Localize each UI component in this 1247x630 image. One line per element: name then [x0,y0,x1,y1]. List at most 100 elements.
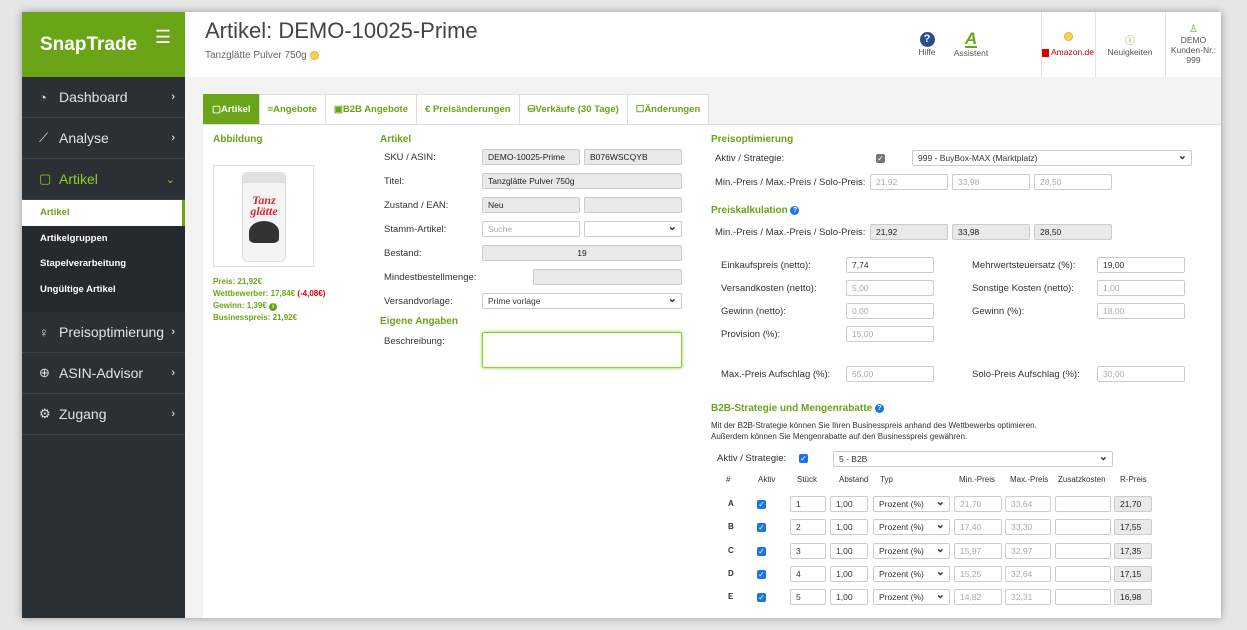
sidebar-item-zugang[interactable]: ⚙ Zugang › [22,394,185,435]
b2b-min-price-input[interactable]: 17,40 [954,519,1002,536]
b2b-active-checkbox[interactable]: ✓ [799,454,808,463]
b2b-distance-input[interactable]: 1,00 [830,519,868,536]
help-icon[interactable]: ? [790,205,800,215]
b2b-type-select[interactable]: Prozent (%) [873,518,950,536]
sidebar-item-preisoptimierung[interactable]: ♀ Preisoptimierung › [22,312,185,353]
b2b-min-price-input[interactable]: 21,70 [954,496,1002,512]
logo[interactable]: SnapTrade ☰ [22,12,185,77]
strategy-select[interactable]: 999 - BuyBox-MAX (Marktplatz) [912,149,1192,166]
tab-b2b-angebote[interactable]: ▣ B2B Angebote [324,94,418,124]
tab-label: Änderungen [644,104,701,115]
subitem-artikel[interactable]: Artikel [22,200,185,226]
b2b-min-price-input[interactable]: 14,82 [954,589,1002,606]
b2b-quantity-input[interactable]: 5 [790,589,826,606]
master-article-search-input[interactable]: Suche [482,221,580,237]
strategy-active-checkbox[interactable]: ✓ [876,154,885,163]
b2b-extra-cost-input[interactable] [1055,565,1111,582]
sidebar-item-asin-advisor[interactable]: ⊕ ASIN-Advisor › [22,353,185,394]
help-button[interactable]: ? Hilfe [912,12,942,77]
b2b-quantity-input[interactable]: 2 [790,519,826,536]
b2b-distance-input[interactable]: 1,00 [830,542,868,559]
b2b-extra-cost-input[interactable] [1055,589,1111,606]
commission-input[interactable]: 15,00 [846,326,934,342]
b2b-max-price-input[interactable]: 33,30 [1005,519,1051,536]
b2b-strategy-select[interactable]: 5 - B2B [833,450,1113,467]
master-article-label: Stamm-Artikel: [384,224,447,235]
shipping-template-select[interactable]: Prime vorlage [482,292,682,309]
user-menu-button[interactable]: ♙ DEMO Kunden-Nr.: 999 [1166,12,1221,77]
solo-markup-input[interactable]: 30,00 [1097,366,1185,382]
sidebar-item-analyse[interactable]: ⟋ Analyse › [22,118,185,159]
profit-input[interactable]: 0,00 [846,303,934,319]
gear-icon: ⚙ [39,406,51,421]
b2b-quantity-input[interactable]: 4 [790,565,826,582]
b2b-r-price: 21,70 [1114,496,1152,512]
sku-field[interactable]: DEMO-10025-Prime [482,149,580,165]
b2b-min-price-input[interactable]: 15,25 [954,565,1002,582]
purchase-price-input[interactable]: 7,74 [846,257,934,273]
max-price-input[interactable]: 33,98 [952,174,1030,190]
max-markup-input[interactable]: 55,00 [846,366,934,382]
help-icon[interactable]: ? [874,403,884,413]
tab-aenderungen[interactable]: ☐ Änderungen [626,94,710,124]
subitem-artikelgruppen[interactable]: Artikelgruppen [22,226,185,252]
b2b-extra-cost-input[interactable] [1055,496,1111,512]
title-field[interactable]: Tanzglätte Pulver 750g [482,173,682,189]
b2b-max-price-input[interactable]: 32,97 [1005,542,1051,559]
b2b-max-price-input[interactable]: 32,31 [1005,589,1051,606]
b2b-row-active-checkbox[interactable]: ✓ [757,523,766,533]
b2b-type-select[interactable]: Prozent (%) [873,542,950,559]
condition-field[interactable]: Neu [482,197,580,213]
b2b-extra-cost-input[interactable] [1055,519,1111,536]
tab-preisaenderungen[interactable]: € Preisänderungen [416,94,520,124]
shipping-cost-input[interactable]: 5,00 [846,280,934,296]
other-cost-input[interactable]: 1,00 [1097,280,1185,296]
assistant-button[interactable]: A Assistent [947,12,995,77]
b2b-extra-cost-input[interactable] [1055,542,1111,559]
solo-price-input[interactable]: 28,50 [1034,174,1112,190]
b2b-row-active-checkbox[interactable]: ✓ [757,569,766,579]
b2b-quantity-input[interactable]: 1 [790,496,826,512]
b2b-distance-input[interactable]: 1,00 [830,565,868,582]
b2b-distance-input[interactable]: 1,00 [830,496,868,512]
b2b-type-select[interactable]: Prozent (%) [873,565,950,582]
profit-percent-input[interactable]: 18,00 [1097,303,1185,319]
edit-icon: ☐ [635,104,645,115]
b2b-type-select[interactable]: Prozent (%) [873,588,950,606]
magnifier-plus-icon: ⊕ [39,365,50,380]
min-price-input[interactable]: 21,92 [870,174,948,190]
b2b-min-price-input[interactable]: 15,97 [954,542,1002,559]
calc-min-max-solo-label: Min.-Preis / Max.-Preis / Solo-Preis: [715,227,866,238]
sidebar-item-artikel[interactable]: ▢ Artikel ⌄ [22,159,185,200]
sidebar-item-dashboard[interactable]: ◔ Dashboard › [22,77,185,118]
amazon-label: Amazon.de [1051,47,1094,57]
news-button[interactable]: ⓘ Neuigkeiten [1096,12,1164,77]
amazon-marketplace-button[interactable]: Amazon.de [1042,12,1094,77]
b2b-quantity-input[interactable]: 3 [790,542,826,559]
b2b-max-price-input[interactable]: 33,64 [1005,496,1051,512]
b2b-row-active-checkbox[interactable]: ✓ [757,500,766,509]
b2b-max-price-input[interactable]: 32,64 [1005,565,1051,582]
stock-field[interactable]: 19 [482,245,682,261]
tab-verkaeufe[interactable]: ⛁ Verkäufe (30 Tage) [518,94,628,124]
b2b-row-active-checkbox[interactable]: ✓ [757,593,766,603]
asin-field[interactable]: B076WSCQYB [584,149,682,165]
tab-artikel[interactable]: ▢ Artikel [203,94,260,124]
b2b-distance-input[interactable]: 1,00 [830,589,868,606]
info-circle-icon[interactable]: i [269,303,278,311]
hamburger-menu-icon[interactable]: ☰ [155,27,171,48]
purchase-price-label: Einkaufspreis (netto): [721,260,811,271]
min-order-field[interactable] [533,269,682,285]
tab-label: Verkäufe (30 Tage) [535,104,619,115]
vat-input[interactable]: 19,00 [1097,257,1185,273]
description-textarea[interactable] [482,332,682,368]
tab-angebote[interactable]: ≡ Angebote [258,94,326,124]
subitem-ungueltige-artikel[interactable]: Ungültige Artikel [22,277,185,303]
master-article-select[interactable] [584,220,682,237]
subitem-stapelverarbeitung[interactable]: Stapelverarbeitung [22,251,185,277]
product-image[interactable]: Tanz glätte [213,165,314,267]
b2b-r-price: 17,55 [1114,519,1152,536]
ean-field[interactable] [584,197,682,213]
b2b-row-active-checkbox[interactable]: ✓ [757,546,766,556]
b2b-type-select[interactable]: Prozent (%) [873,495,950,512]
